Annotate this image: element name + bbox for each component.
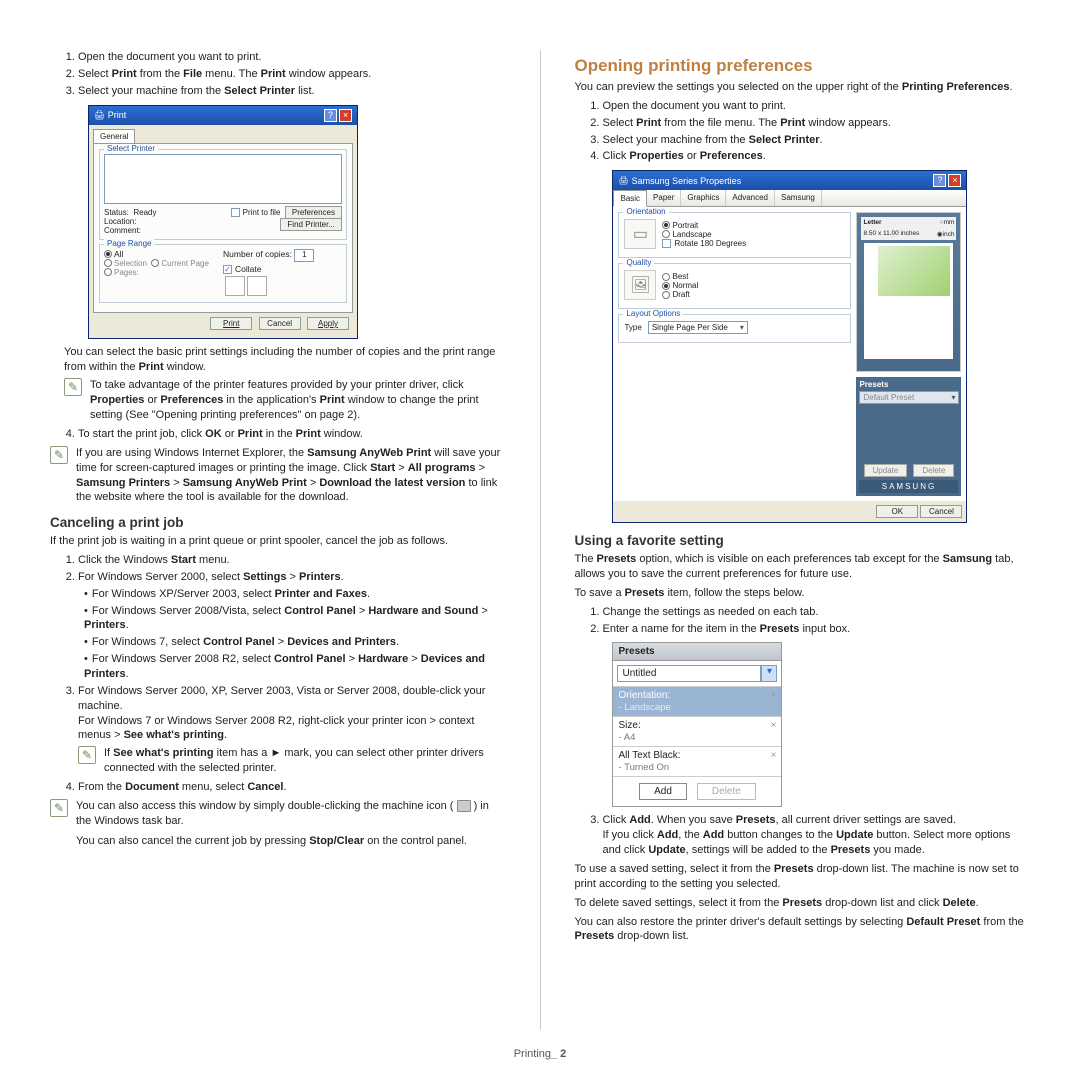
presets-title: Presets: [613, 643, 781, 661]
collate-icon: [225, 276, 245, 296]
tab-paper[interactable]: Paper: [647, 190, 681, 206]
collate-checkbox[interactable]: ✓: [223, 265, 232, 274]
samsung-logo: SAMSUNG: [859, 480, 958, 493]
help-icon[interactable]: ?: [933, 174, 946, 187]
page-footer: Printing_ 2: [50, 1048, 1030, 1060]
preset-row-size[interactable]: Size:- A4 ×: [613, 717, 781, 747]
step-2: Select Print from the File menu. The Pri…: [78, 67, 506, 82]
print-icon: 🖨: [94, 110, 105, 121]
radio-best[interactable]: [662, 273, 670, 281]
tab-general[interactable]: General: [93, 129, 135, 144]
presets-input[interactable]: Untitled: [617, 665, 761, 682]
print-dialog-title: Print: [108, 110, 324, 120]
step-1: Open the document you want to print.: [78, 50, 506, 65]
cancel-step-1: Click the Windows Start menu.: [78, 553, 506, 568]
note-icon: ✎: [78, 746, 96, 764]
apply-button[interactable]: Apply: [307, 317, 349, 330]
preset-row-orientation[interactable]: Orientation:- Landscape ×: [613, 687, 781, 717]
close-icon[interactable]: ×: [948, 174, 961, 187]
remove-icon[interactable]: ×: [771, 720, 777, 731]
cancel-intro: If the print job is waiting in a print q…: [50, 534, 506, 549]
radio-selection[interactable]: [104, 259, 112, 267]
group-select-printer: Select Printer: [104, 144, 158, 153]
cancel-button[interactable]: Cancel: [920, 505, 962, 518]
tab-graphics[interactable]: Graphics: [681, 190, 726, 206]
after-text: You can select the basic print settings …: [64, 345, 506, 375]
left-column: Open the document you want to print. Sel…: [50, 50, 506, 1030]
radio-pages[interactable]: [104, 268, 112, 276]
ok-button[interactable]: OK: [876, 505, 918, 518]
presets-panel: Presets Untitled ▾ Orientation:- Landsca…: [612, 642, 782, 807]
radio-draft[interactable]: [662, 291, 670, 299]
fav-step-2: Enter a name for the item in the Presets…: [602, 622, 1030, 637]
cancel-step-2: For Windows Server 2000, select Settings…: [78, 570, 506, 682]
properties-dialog: 🖨 Samsung Series Properties ? × Basic Pa…: [612, 170, 967, 523]
note-take-advantage: To take advantage of the printer feature…: [90, 378, 506, 423]
printer-list[interactable]: [104, 154, 342, 204]
cancel-button[interactable]: Cancel: [259, 317, 301, 330]
step-3: Select your machine from the Select Prin…: [78, 84, 506, 99]
copies-stepper[interactable]: 1: [294, 249, 314, 262]
preferences-button[interactable]: Preferences: [285, 206, 342, 219]
preset-row-black[interactable]: All Text Black:- Turned On ×: [613, 747, 781, 777]
right-step-4: Click Properties or Preferences.: [602, 149, 1030, 164]
remove-icon[interactable]: ×: [771, 690, 777, 701]
printer-icon: [457, 800, 471, 812]
right-step-2: Select Print from the file menu. The Pri…: [602, 116, 1030, 131]
orientation-icon: ▭: [624, 219, 656, 249]
presets-header: Presets: [859, 380, 958, 389]
radio-normal[interactable]: [662, 282, 670, 290]
delete-button: Delete: [697, 783, 756, 800]
tab-samsung[interactable]: Samsung: [775, 190, 822, 206]
radio-portrait[interactable]: [662, 221, 670, 229]
note-taskbar: You can also access this window by simpl…: [76, 799, 506, 850]
right-column: Opening printing preferences You can pre…: [574, 50, 1030, 1030]
properties-titlebar[interactable]: 🖨 Samsung Series Properties ? ×: [613, 171, 966, 190]
chevron-down-icon[interactable]: ▾: [761, 665, 777, 682]
fav-step-3: Click Add. When you save Presets, all cu…: [602, 813, 1030, 858]
right-step-3: Select your machine from the Select Prin…: [602, 133, 1030, 148]
group-page-range: Page Range: [104, 239, 154, 248]
print-button[interactable]: Print: [210, 317, 252, 330]
column-divider: [540, 50, 541, 1030]
preview-panel: Letter ○mm 8.50 x 11.00 inches ◉inch: [856, 212, 961, 372]
close-icon[interactable]: ×: [339, 109, 352, 122]
type-select[interactable]: Single Page Per Side▾: [648, 321, 748, 334]
add-button[interactable]: Add: [639, 783, 687, 800]
properties-title: Samsung Series Properties: [632, 176, 934, 186]
update-button[interactable]: Update: [864, 464, 908, 477]
find-printer-button[interactable]: Find Printer...: [280, 218, 342, 231]
remove-icon[interactable]: ×: [771, 750, 777, 761]
print-dialog: 🖨 Print ? × General Select Printer Statu…: [88, 105, 358, 339]
note-icon: ✎: [50, 799, 68, 817]
note-icon: ✎: [50, 446, 68, 464]
quality-icon: 🖼: [624, 270, 656, 300]
note-anyweb: If you are using Windows Internet Explor…: [76, 446, 506, 505]
radio-landscape[interactable]: [662, 230, 670, 238]
tab-basic[interactable]: Basic: [613, 190, 647, 207]
steps-initial: Open the document you want to print. Sel…: [50, 50, 506, 99]
page-preview: [864, 243, 953, 359]
heading-opening-preferences: Opening printing preferences: [574, 56, 1030, 76]
note-icon: ✎: [64, 378, 82, 396]
presets-select[interactable]: Default Preset▾: [859, 391, 959, 404]
right-step-1: Open the document you want to print.: [602, 99, 1030, 114]
print-dialog-titlebar[interactable]: 🖨 Print ? ×: [89, 106, 357, 125]
fav-step-1: Change the settings as needed on each ta…: [602, 605, 1030, 620]
printer-icon: 🖨: [618, 176, 628, 185]
print-to-file-checkbox[interactable]: [231, 208, 240, 217]
tab-advanced[interactable]: Advanced: [726, 190, 775, 206]
heading-canceling: Canceling a print job: [50, 515, 506, 530]
delete-button[interactable]: Delete: [913, 464, 954, 477]
radio-current-page[interactable]: [151, 259, 159, 267]
step-4: To start the print job, click OK or Prin…: [78, 427, 506, 442]
help-icon[interactable]: ?: [324, 109, 337, 122]
rotate-checkbox[interactable]: [662, 239, 671, 248]
heading-favorite: Using a favorite setting: [574, 533, 1030, 548]
radio-all[interactable]: [104, 250, 112, 258]
cancel-step-4: From the Document menu, select Cancel.: [78, 780, 506, 795]
collate-icon-2: [247, 276, 267, 296]
cancel-step-3: For Windows Server 2000, XP, Server 2003…: [78, 684, 506, 776]
